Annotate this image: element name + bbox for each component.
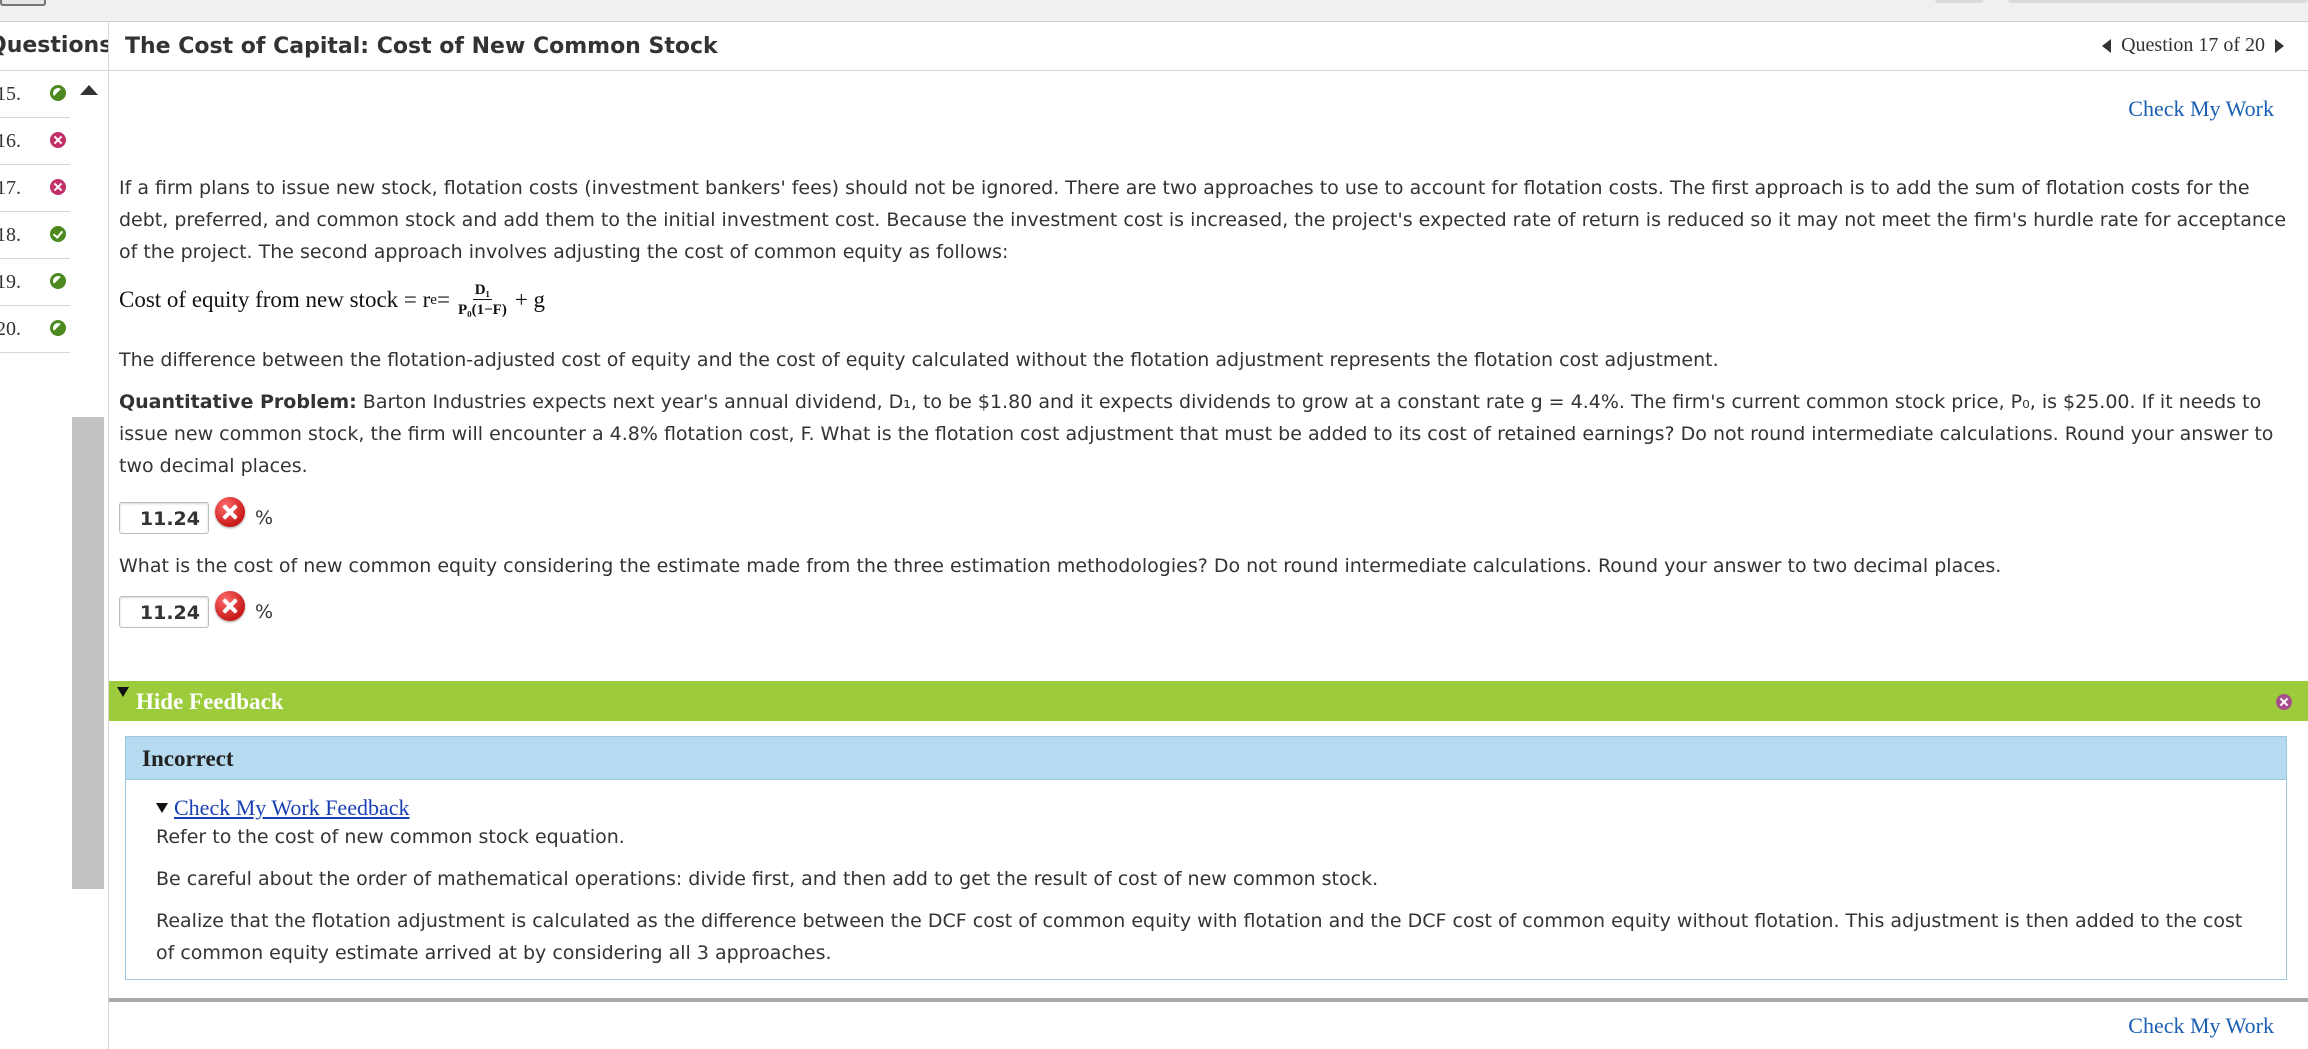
- feedback-result-header: Incorrect: [126, 737, 2286, 780]
- answer-row-1: 11.24 %: [119, 497, 274, 534]
- question-number: 17.: [0, 177, 21, 199]
- cost-of-new-equity-input[interactable]: 11.24: [119, 596, 209, 628]
- previous-question-icon[interactable]: [2102, 38, 2112, 53]
- answer-row-2: 11.24 %: [119, 591, 274, 628]
- check-my-work-feedback-toggle[interactable]: Check My Work Feedback: [156, 795, 410, 821]
- feedback-line: Refer to the cost of new common stock eq…: [156, 826, 625, 848]
- question-list: 15. 16. 17. 18. 19. 20.: [0, 71, 70, 353]
- flotation-adjustment-input[interactable]: 11.24: [119, 502, 209, 534]
- check-my-work-button-bottom[interactable]: Check My Work: [2128, 1013, 2274, 1039]
- next-question-icon[interactable]: [2275, 38, 2284, 53]
- title-bar: The Cost of Capital: Cost of New Common …: [109, 22, 2308, 71]
- incorrect-status-icon: [50, 179, 66, 195]
- partial-status-icon: [50, 273, 66, 289]
- expand-triangle-icon[interactable]: [156, 803, 168, 813]
- scrollbar-thumb[interactable]: [72, 417, 104, 889]
- percent-unit: %: [255, 507, 274, 529]
- hide-feedback-bar[interactable]: Hide Feedback: [109, 681, 2308, 721]
- hide-feedback-label: Hide Feedback: [136, 689, 284, 714]
- percent-unit: %: [255, 601, 274, 623]
- partial-status-icon: [50, 320, 66, 336]
- question-navigator: Question 17 of 20: [2102, 34, 2284, 57]
- question-item-17[interactable]: 17.: [0, 165, 70, 212]
- difference-paragraph: The difference between the flotation-adj…: [119, 349, 1719, 371]
- divider: [109, 998, 2308, 1002]
- feedback-result: Incorrect: [142, 746, 234, 771]
- question-item-20[interactable]: 20.: [0, 306, 70, 353]
- formula-subscript: e: [430, 291, 437, 308]
- question-number: 15.: [0, 83, 21, 105]
- question-number: 16.: [0, 130, 21, 152]
- partial-status-icon: [50, 85, 66, 101]
- questions-panel: Questions 15. 16. 17. 18. 19. 20.: [0, 22, 109, 1049]
- question-number: 19.: [0, 271, 21, 293]
- toolbar-button[interactable]: [2008, 0, 2308, 3]
- check-my-work-feedback-link[interactable]: Check My Work Feedback: [174, 795, 410, 821]
- question-item-15[interactable]: 15.: [0, 71, 70, 118]
- question-position: Question 17 of 20: [2121, 34, 2265, 56]
- toolbar-button[interactable]: [0, 0, 46, 6]
- scroll-up-icon[interactable]: [80, 85, 98, 95]
- formula-rhs: + g: [514, 287, 546, 312]
- question-content: The Cost of Capital: Cost of New Common …: [109, 22, 2308, 1049]
- problem-paragraph: Quantitative Problem: Barton Industries …: [119, 386, 2299, 482]
- incorrect-answer-icon: [215, 497, 245, 527]
- incorrect-answer-icon: [215, 591, 245, 621]
- toolbar-button[interactable]: [1935, 0, 1983, 3]
- page-title: The Cost of Capital: Cost of New Common …: [125, 34, 718, 59]
- feedback-line: Be careful about the order of mathematic…: [156, 868, 1379, 890]
- formula-numerator: D₁: [472, 281, 493, 300]
- question-2-text: What is the cost of new common equity co…: [119, 555, 2002, 577]
- incorrect-status-icon: [50, 132, 66, 148]
- top-toolbar: [0, 0, 2308, 22]
- questions-header: Questions: [0, 22, 108, 71]
- question-item-18[interactable]: 18.: [0, 212, 70, 259]
- feedback-line: Realize that the flotation adjustment is…: [156, 910, 2243, 964]
- intro-paragraph: If a firm plans to issue new stock, flot…: [119, 177, 2287, 263]
- feedback-box: Incorrect Check My Work Feedback Refer t…: [125, 736, 2287, 980]
- correct-status-icon: [50, 226, 66, 242]
- cost-of-equity-formula: Cost of equity from new stock = r e = D₁…: [119, 270, 545, 330]
- collapse-triangle-icon[interactable]: [117, 687, 129, 697]
- formula-denominator: P₀(1−F): [457, 301, 507, 318]
- problem-text: Barton Industries expects next year's an…: [119, 391, 2274, 477]
- formula-equals: =: [436, 287, 450, 312]
- close-icon[interactable]: [2276, 694, 2292, 710]
- formula-fraction: D₁ P₀(1−F): [458, 281, 507, 320]
- question-number: 18.: [0, 224, 21, 246]
- problem-label: Quantitative Problem:: [119, 391, 357, 413]
- formula-lhs: Cost of equity from new stock = r: [119, 287, 431, 312]
- check-my-work-button[interactable]: Check My Work: [2128, 96, 2274, 122]
- question-item-19[interactable]: 19.: [0, 259, 70, 306]
- question-number: 20.: [0, 318, 21, 340]
- question-item-16[interactable]: 16.: [0, 118, 70, 165]
